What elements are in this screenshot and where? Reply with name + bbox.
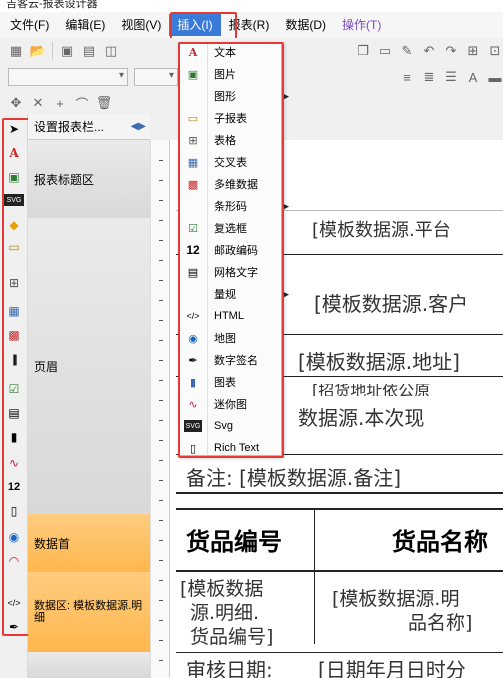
detail-item-code-3[interactable]: 货品编号]: [190, 622, 273, 649]
field-remarks[interactable]: 备注: [模板数据源.备注]: [186, 462, 401, 491]
cross-icon[interactable]: +: [52, 95, 68, 111]
font-color-icon[interactable]: A: [465, 69, 481, 85]
window-title: 吉客云-报表设计器: [6, 0, 98, 10]
menu-action[interactable]: 操作(T): [334, 14, 389, 36]
menu-data[interactable]: 数据(D): [277, 14, 334, 36]
band-panel-header[interactable]: 设置报表栏... ◀▶: [28, 114, 150, 140]
field-address[interactable]: [模板数据源.地址]: [298, 346, 460, 375]
detail-item-name-1[interactable]: [模板数据源.明: [332, 584, 459, 611]
save-icon[interactable]: ▣: [59, 43, 75, 59]
align-right-icon[interactable]: ≣: [421, 69, 437, 85]
redo-icon[interactable]: ↷: [443, 43, 459, 59]
audit-date-label[interactable]: 审核日期:: [186, 654, 273, 678]
field-current[interactable]: 数据源.本次现: [298, 402, 424, 431]
band-label: 数据首: [34, 536, 71, 551]
group-icon[interactable]: ⊡: [487, 43, 503, 59]
band-label: 页眉: [34, 359, 59, 374]
header-item-code[interactable]: 货品编号: [186, 522, 282, 557]
band-panel: 设置报表栏... ◀▶ 报表标题区 页眉 数据首 数据区: 模板数据源.明细: [28, 114, 150, 678]
audit-date-field[interactable]: [日期年月日时分: [318, 654, 466, 678]
delete-icon[interactable]: 🗑: [96, 95, 113, 111]
copy-icon[interactable]: ❐: [355, 43, 371, 59]
move-icon[interactable]: ✥: [8, 95, 24, 111]
band-report-title[interactable]: 报表标题区: [28, 140, 150, 218]
vertical-ruler: [150, 140, 170, 678]
menu-view[interactable]: 视图(V): [113, 14, 169, 36]
band-data-detail[interactable]: 数据区: 模板数据源.明细: [28, 572, 150, 652]
band-data-header[interactable]: 数据首: [28, 514, 150, 572]
save-all-icon[interactable]: ▤: [81, 43, 97, 59]
toolbar-separator: [52, 42, 53, 60]
band-panel-title: 设置报表栏...: [34, 120, 105, 134]
window-titlebar: 吉客云-报表设计器: [0, 0, 503, 12]
format-painter-icon[interactable]: ✎: [399, 43, 415, 59]
field-platform[interactable]: [模板数据源.平台: [312, 216, 451, 242]
align-icon[interactable]: ⊞: [465, 43, 481, 59]
paste-icon[interactable]: ▭: [377, 43, 393, 59]
collapse-icon[interactable]: ◀▶: [131, 114, 146, 140]
field-customer[interactable]: [模板数据源.客户: [314, 288, 468, 317]
font-family-select[interactable]: [8, 68, 128, 86]
open-icon[interactable]: 📂: [30, 43, 46, 59]
justify-icon[interactable]: ☰: [443, 69, 459, 85]
font-size-select[interactable]: [134, 68, 178, 86]
band-label: 报表标题区: [34, 172, 95, 187]
align-center-icon[interactable]: ≡: [399, 69, 415, 85]
undo-icon[interactable]: ↶: [421, 43, 437, 59]
preview-icon[interactable]: ◫: [103, 43, 119, 59]
dropdown-highlight: [178, 42, 284, 458]
field-shipping[interactable]: [招货地址依公原: [312, 384, 430, 396]
menu-edit[interactable]: 编辑(E): [57, 14, 113, 36]
header-item-name[interactable]: 货品名称: [392, 522, 488, 557]
insert-menu-highlight: [170, 12, 237, 40]
band-footer[interactable]: [28, 652, 150, 678]
menubar: 文件(F) 编辑(E) 视图(V) 插入(I) 报表(R) 数据(D) 操作(T…: [0, 12, 503, 38]
band-page-header[interactable]: 页眉: [28, 218, 150, 514]
detail-item-code-1[interactable]: [模板数据: [180, 574, 263, 601]
detail-item-name-2[interactable]: 品名称]: [408, 608, 472, 635]
detail-item-code-2[interactable]: 源.明细.: [190, 598, 259, 625]
line-tool-icon[interactable]: ✕: [30, 95, 46, 111]
band-label: 数据区: 模板数据源.明细: [34, 600, 143, 624]
new-icon[interactable]: ▦: [8, 43, 24, 59]
arc-icon[interactable]: ⌒: [74, 95, 90, 112]
fill-color-icon[interactable]: ▬: [487, 69, 503, 85]
menu-file[interactable]: 文件(F): [2, 14, 57, 36]
